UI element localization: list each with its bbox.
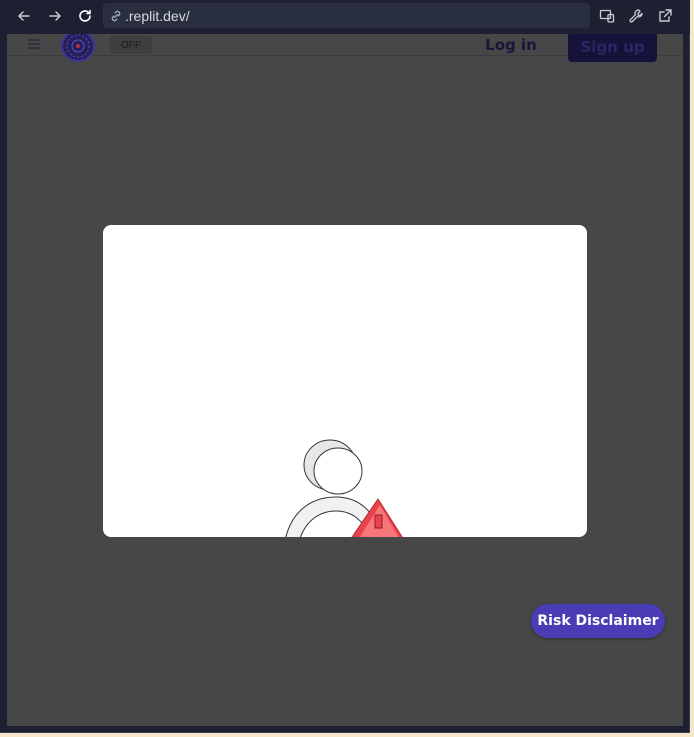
reload-button[interactable] — [72, 4, 98, 28]
hamburger-icon[interactable] — [26, 36, 42, 52]
site-logo[interactable] — [61, 34, 95, 62]
compass-logo-icon — [66, 34, 90, 58]
risk-disclaimer-button[interactable]: Risk Disclaimer — [531, 604, 665, 638]
address-bar[interactable]: .replit.dev/ — [103, 3, 590, 28]
forward-button[interactable] — [42, 4, 68, 28]
devices-button[interactable] — [594, 4, 620, 28]
devices-icon — [599, 9, 615, 23]
page-viewport: OFF Log in Sign up Risk Disclaimer — [7, 34, 683, 726]
wrench-icon — [629, 9, 643, 23]
external-link-icon — [659, 9, 672, 22]
modal-dialog — [103, 225, 587, 537]
browser-toolbar: .replit.dev/ — [0, 0, 690, 34]
back-button[interactable] — [11, 4, 37, 28]
url-text: .replit.dev/ — [125, 7, 190, 24]
user-warning-illustration — [285, 439, 403, 537]
devtools-button[interactable] — [623, 4, 649, 28]
site-header: OFF Log in Sign up — [7, 34, 683, 62]
signup-button[interactable]: Sign up — [568, 34, 657, 62]
open-external-button[interactable] — [652, 4, 678, 28]
arrow-right-icon — [49, 11, 62, 21]
browser-window: .replit.dev/ OFF Log in Sign up Risk Dis… — [0, 0, 690, 733]
link-icon — [109, 9, 123, 23]
reload-icon — [79, 9, 91, 22]
arrow-left-icon — [17, 11, 30, 21]
theme-toggle[interactable]: OFF — [110, 36, 152, 54]
login-link[interactable]: Log in — [477, 35, 545, 55]
